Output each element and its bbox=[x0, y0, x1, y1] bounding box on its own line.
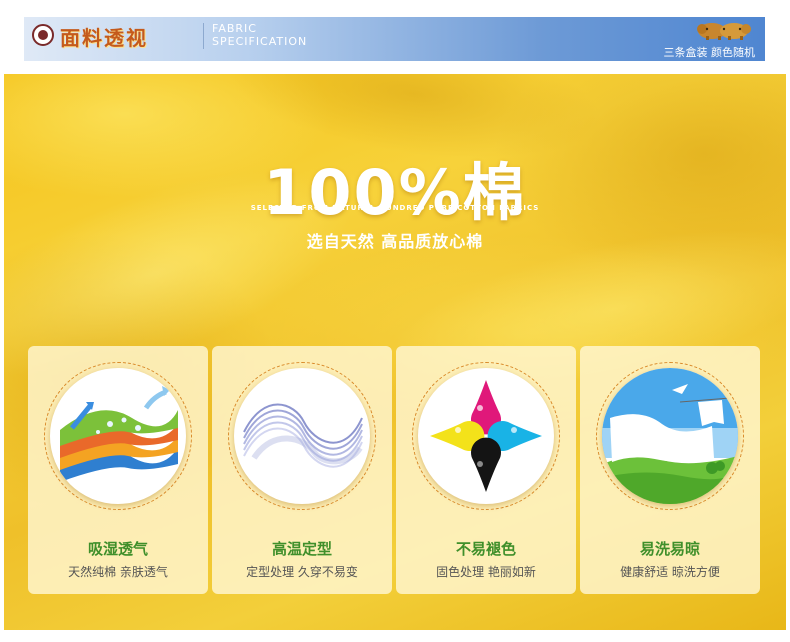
hero-title: 100%棉 bbox=[263, 156, 527, 229]
feature-description: 固色处理 艳丽如新 bbox=[436, 565, 536, 579]
feature-title: 高温定型 bbox=[271, 540, 332, 558]
feature-image bbox=[234, 368, 370, 504]
feature-card-colorfast: 不易褪色 固色处理 艳丽如新 bbox=[396, 346, 576, 594]
feature-card-breathable: 吸湿透气 天然纯棉 亲肤透气 bbox=[28, 346, 208, 594]
page-header: 面料透视 FABRIC SPECIFICATION 三条盒装 颜色随机 bbox=[24, 17, 765, 61]
feature-card-heat-set: 高温定型 定型处理 久穿不易变 bbox=[212, 346, 392, 594]
header-subtitle-en: FABRIC SPECIFICATION bbox=[212, 22, 342, 48]
cmyk-ink-drops-icon bbox=[430, 380, 542, 492]
feature-circle-frame bbox=[412, 362, 560, 510]
feature-image bbox=[50, 368, 186, 504]
header-divider bbox=[203, 23, 204, 49]
feature-description: 天然纯棉 亲肤透气 bbox=[68, 565, 168, 579]
header-title: 面料透视 bbox=[60, 26, 148, 50]
feature-card-easy-wash: 易洗易晾 健康舒适 晾洗方便 bbox=[580, 346, 760, 594]
feature-title: 不易褪色 bbox=[455, 540, 516, 558]
header-subtitle-line2: SPECIFICATION bbox=[212, 35, 308, 48]
silk-wave-icon bbox=[243, 403, 363, 468]
hero-subtitle-cn: 选自天然 高品质放心棉 bbox=[306, 232, 484, 251]
feature-circle-frame bbox=[44, 362, 192, 510]
feature-circle-frame bbox=[228, 362, 376, 510]
feature-description: 定型处理 久穿不易变 bbox=[246, 565, 358, 579]
fabric-hero-panel: 100%棉 SELECTED FROM NATURAL HUNDRED PURE… bbox=[4, 74, 786, 630]
feature-title: 吸湿透气 bbox=[87, 540, 148, 558]
elephant-logo-icon bbox=[697, 23, 751, 40]
feature-description: 健康舒适 晾洗方便 bbox=[620, 565, 720, 579]
hero-subtitle-en: SELECTED FROM NATURAL HUNDRED PURE COTTO… bbox=[250, 204, 540, 212]
feature-circle-frame bbox=[596, 362, 744, 510]
header-subtitle-line1: FABRIC bbox=[212, 22, 257, 35]
feature-image bbox=[418, 368, 554, 504]
feature-image bbox=[602, 368, 738, 504]
laundry-drying-icon bbox=[602, 368, 738, 504]
header-note: 三条盒装 颜色随机 bbox=[663, 46, 756, 59]
layered-fabric-breathable-icon bbox=[60, 386, 178, 482]
round-seal-icon bbox=[32, 24, 54, 46]
feature-title: 易洗易晾 bbox=[639, 540, 700, 558]
